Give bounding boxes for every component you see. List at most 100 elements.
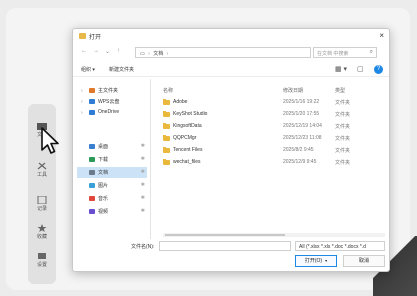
file-date: 2025/1/20 17:55 bbox=[283, 111, 320, 117]
column-header-name[interactable]: 名称 bbox=[163, 87, 173, 94]
file-type: 文件夹 bbox=[335, 112, 351, 118]
list-item[interactable]: Adobe 2025/1/16 19:22 文件夹 bbox=[163, 97, 385, 108]
sidebar-item-home[interactable]: › 主文件夹 bbox=[77, 85, 147, 96]
onedrive-icon bbox=[89, 110, 95, 115]
sidebar-item-label: WPS云盘 bbox=[98, 99, 120, 105]
search-icon: ⌕ bbox=[369, 49, 373, 55]
folder-icon bbox=[163, 147, 170, 153]
cloud-icon bbox=[89, 99, 95, 104]
folder-icon bbox=[163, 159, 170, 165]
file-date: 2025/12/23 11:08 bbox=[283, 135, 322, 141]
breadcrumb-separator: › bbox=[166, 51, 169, 57]
file-name: Adobe bbox=[173, 99, 188, 105]
sidebar-item-label: 文档 bbox=[98, 170, 109, 176]
chevron-down-icon[interactable]: ▾ bbox=[325, 258, 327, 263]
address-bar[interactable]: ▭ › 文档 › bbox=[135, 47, 311, 58]
monitor-icon: ▭ bbox=[140, 51, 145, 57]
file-date: 2025/12/9 9:45 bbox=[283, 159, 317, 165]
sidebar-item-desktop[interactable]: 桌面 ✱ bbox=[77, 141, 147, 152]
help-icon[interactable]: ? bbox=[374, 65, 383, 74]
notes-icon bbox=[37, 196, 47, 204]
file-name: KingsoftData bbox=[173, 123, 202, 129]
chevron-right-icon[interactable]: › bbox=[81, 110, 83, 116]
sidebar-item-label: 视频 bbox=[98, 209, 109, 215]
breadcrumb-documents[interactable]: 文档 bbox=[153, 51, 163, 57]
sidebar-item-label: OneDrive bbox=[98, 109, 120, 115]
folder-icon bbox=[163, 135, 170, 141]
cancel-button[interactable]: 取消 bbox=[343, 255, 385, 267]
filename-label: 文件名(N): bbox=[131, 244, 155, 250]
up-button[interactable]: ↑ bbox=[117, 48, 120, 54]
video-icon bbox=[89, 209, 95, 214]
pin-icon: ✱ bbox=[140, 195, 145, 201]
navigation-bar: ← → ⌄ ↑ ▭ › 文档 › 在文档 中搜索 ⌕ bbox=[73, 45, 389, 59]
dialog-titlebar[interactable]: 打开 × bbox=[73, 29, 389, 43]
app-sidebar-button-tools[interactable]: 工具 bbox=[32, 162, 52, 178]
sidebar-item-downloads[interactable]: 下载 ✱ bbox=[77, 154, 147, 165]
music-icon bbox=[89, 196, 95, 201]
app-sidebar-label: 收藏 bbox=[36, 234, 47, 240]
home-icon bbox=[89, 88, 95, 93]
open-button-label: 打开(O) bbox=[304, 258, 323, 264]
open-button[interactable]: 打开(O) ▾ bbox=[295, 255, 337, 267]
column-header-date[interactable]: 修改日期 bbox=[283, 87, 303, 94]
scrollbar-thumb[interactable] bbox=[165, 234, 285, 236]
sidebar-item-wps-cloud[interactable]: › WPS云盘 bbox=[77, 96, 147, 107]
list-item[interactable]: QQPCMgr 2025/12/23 11:08 文件夹 bbox=[163, 133, 385, 144]
app-sidebar-button-favorites[interactable]: 收藏 bbox=[32, 224, 52, 240]
file-date: 2025/12/19 14:04 bbox=[283, 123, 322, 129]
folder-icon bbox=[79, 33, 86, 39]
preview-pane-icon[interactable]: ▢ bbox=[357, 65, 364, 73]
tools-icon bbox=[37, 162, 47, 170]
app-sidebar-label: 记录 bbox=[36, 206, 47, 212]
recent-locations-button[interactable]: ⌄ bbox=[105, 48, 110, 55]
search-input[interactable]: 在文档 中搜索 ⌕ bbox=[313, 47, 377, 58]
app-sidebar-button-notes[interactable]: 记录 bbox=[32, 196, 52, 212]
file-type: 文件夹 bbox=[335, 100, 351, 106]
mouse-cursor-icon bbox=[41, 127, 59, 154]
chevron-right-icon[interactable]: › bbox=[81, 88, 83, 94]
dialog-footer: 文件名(N): All (*.xlsx *.xls *.doc *.docx *… bbox=[73, 239, 389, 273]
sidebar-item-onedrive[interactable]: › OneDrive bbox=[77, 107, 147, 118]
close-button[interactable]: × bbox=[379, 31, 384, 40]
pin-icon: ✱ bbox=[140, 156, 145, 162]
file-name: KeyShot Studio bbox=[173, 111, 208, 117]
sidebar-item-label: 图片 bbox=[98, 183, 109, 189]
forward-button[interactable]: → bbox=[93, 48, 99, 54]
pin-icon: ✱ bbox=[140, 182, 145, 188]
sidebar-item-label: 桌面 bbox=[98, 144, 109, 150]
breadcrumb-separator: › bbox=[148, 51, 150, 57]
new-folder-button[interactable]: 新建文件夹 bbox=[109, 66, 134, 73]
list-item[interactable]: KeyShot Studio 2025/1/20 17:55 文件夹 bbox=[163, 109, 385, 120]
pin-icon: ✱ bbox=[140, 143, 145, 149]
open-file-dialog: 打开 × ← → ⌄ ↑ ▭ › 文档 › 在文档 中搜索 ⌕ 组织 ▾ 新建文… bbox=[72, 28, 390, 272]
list-header: 名称 修改日期 类型 bbox=[163, 85, 385, 95]
file-type: 文件夹 bbox=[335, 136, 351, 142]
list-item[interactable]: KingsoftData 2025/12/19 14:04 文件夹 bbox=[163, 121, 385, 132]
list-item[interactable]: Tencent Files 2025/8/2 9:45 文件夹 bbox=[163, 145, 385, 156]
folder-icon bbox=[163, 123, 170, 129]
app-sidebar-label: 工具 bbox=[36, 172, 47, 178]
file-date: 2025/1/16 19:22 bbox=[283, 99, 320, 105]
horizontal-scrollbar[interactable] bbox=[163, 233, 385, 237]
filename-input[interactable] bbox=[159, 241, 291, 251]
view-options-icon[interactable]: ▦ ▾ bbox=[335, 65, 347, 73]
chevron-right-icon[interactable]: › bbox=[81, 99, 83, 105]
gear-icon bbox=[38, 253, 46, 259]
back-button[interactable]: ← bbox=[81, 48, 87, 54]
download-icon bbox=[89, 157, 95, 162]
sidebar-item-pictures[interactable]: 图片 ✱ bbox=[77, 180, 147, 191]
sidebar-item-music[interactable]: 音乐 ✱ bbox=[77, 193, 147, 204]
file-type: 文件夹 bbox=[335, 148, 351, 154]
column-header-type[interactable]: 类型 bbox=[335, 87, 345, 94]
folder-icon bbox=[163, 111, 170, 117]
sidebar-item-videos[interactable]: 视频 ✱ bbox=[77, 206, 147, 217]
filetype-select[interactable]: All (*.xlsx *.xls *.doc *.docx *.d bbox=[295, 241, 385, 251]
sidebar-item-label: 音乐 bbox=[98, 196, 109, 202]
organize-button[interactable]: 组织 ▾ bbox=[81, 66, 95, 73]
sidebar-item-documents[interactable]: 文档 ✱ bbox=[77, 167, 147, 178]
app-sidebar-button-settings[interactable]: 设置 bbox=[32, 252, 52, 268]
list-item[interactable]: wechat_files 2025/12/9 9:45 文件夹 bbox=[163, 157, 385, 168]
sidebar-item-label: 主文件夹 bbox=[98, 88, 119, 94]
pin-icon: ✱ bbox=[140, 169, 145, 175]
